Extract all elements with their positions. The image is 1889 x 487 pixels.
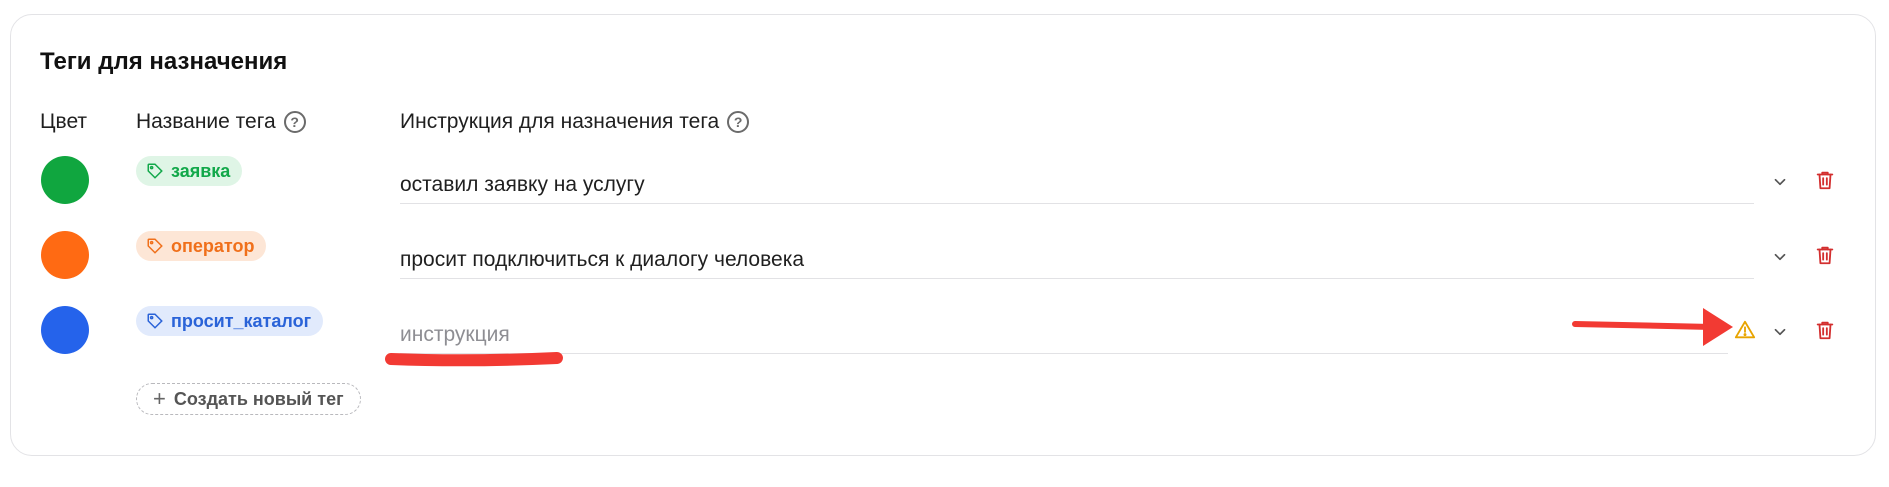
chevron-down-icon[interactable] (1771, 248, 1789, 266)
tag-color-swatch[interactable] (41, 156, 89, 204)
trash-icon[interactable] (1814, 243, 1836, 267)
tag-color-swatch[interactable] (41, 306, 89, 354)
column-header-tag-name: Название тега ? (136, 110, 306, 134)
chevron-down-icon[interactable] (1771, 173, 1789, 191)
column-header-color-label: Цвет (40, 110, 88, 133)
warning-triangle-icon (1734, 320, 1756, 339)
column-header-tag-name-label: Название тега (136, 110, 276, 133)
tag-icon (147, 163, 163, 179)
chevron-down-icon[interactable] (1771, 323, 1789, 341)
tag-row: заявка оставил заявку на услугу (0, 156, 1889, 216)
column-header-color: Цвет (40, 110, 87, 134)
trash-icon[interactable] (1814, 168, 1836, 192)
instruction-input[interactable]: оставил заявку на услугу (400, 166, 1754, 204)
tag-chip: оператор (136, 231, 267, 261)
tag-color-swatch[interactable] (41, 231, 89, 279)
tag-icon (147, 238, 163, 254)
trash-icon[interactable] (1814, 318, 1836, 342)
create-tag-button[interactable]: + Создать новый тег (136, 383, 361, 415)
instruction-input[interactable]: инструкция (400, 316, 1728, 354)
tag-row: оператор просит подключиться к диалогу ч… (0, 231, 1889, 291)
tag-icon (147, 313, 163, 329)
column-header-instruction-label: Инструкция для назначения тега (400, 110, 720, 133)
create-tag-label: Создать новый тег (173, 388, 344, 409)
column-header-instruction: Инструкция для назначения тега ? (400, 110, 750, 134)
tag-chip-label: оператор (171, 235, 255, 256)
plus-icon: + (153, 386, 166, 411)
question-circle-icon[interactable]: ? (727, 111, 750, 133)
section-title: Теги для назначения (40, 48, 288, 75)
tag-chip-label: заявка (171, 160, 231, 181)
tag-chip: просит_каталог (136, 306, 324, 336)
tag-row: просит_каталог инструкция (0, 306, 1889, 366)
tag-chip: заявка (136, 156, 243, 186)
instruction-input[interactable]: просит подключиться к диалогу человека (400, 241, 1754, 279)
tag-chip-label: просит_каталог (171, 310, 312, 331)
question-circle-icon[interactable]: ? (283, 111, 306, 133)
